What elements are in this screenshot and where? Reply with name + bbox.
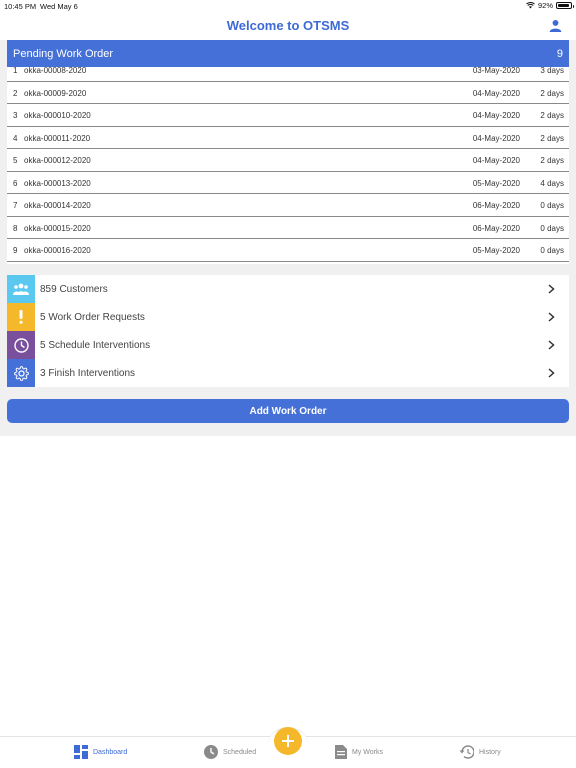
work-order-date: 04-May-2020 [472,111,520,120]
dashboard-icon [74,745,88,759]
work-order-code: okka-000012-2020 [24,156,91,165]
summary-row-clock[interactable]: 5 Schedule Interventions [7,331,569,359]
tab-my-works[interactable]: My Works [335,745,383,759]
row-index: 3 [13,111,18,120]
work-order-date: 04-May-2020 [472,88,520,98]
summary-row-exclamation[interactable]: 5 Work Order Requests [7,303,569,331]
work-order-age: 2 days [540,111,564,120]
page-title: Welcome to OTSMS [226,18,350,33]
work-order-date: 04-May-2020 [472,156,520,165]
tab-my-works-label: My Works [352,748,383,756]
work-order-age: 2 days [540,156,564,165]
work-order-row[interactable]: 8 okka-000015-2020 06-May-2020 0 days [7,217,569,239]
chevron-right-icon [548,340,555,350]
work-order-code: okka-000010-2020 [24,111,91,120]
tab-history[interactable]: History [459,745,501,759]
work-order-date: 05-May-2020 [472,246,520,255]
work-order-code: okka-000011-2020 [24,133,91,143]
work-order-age: 2 days [540,133,564,143]
summary-label: 859 Customers [40,283,108,295]
battery-icon [556,2,574,9]
add-fab-button[interactable] [274,727,302,755]
tab-scheduled[interactable]: Scheduled [204,745,256,759]
work-order-code: okka-000013-2020 [24,178,91,188]
summary-row-group[interactable]: 859 Customers [7,275,569,303]
work-order-row[interactable]: 4 okka-000011-2020 04-May-2020 2 days [7,127,569,149]
status-bar: 10:45 PM Wed May 6 92% [0,0,576,12]
chevron-right-icon [548,312,555,322]
work-order-row[interactable]: 5 okka-000012-2020 04-May-2020 2 days [7,149,569,172]
person-icon[interactable] [549,19,562,32]
summary-label: 3 Finish Interventions [40,367,136,379]
work-order-date: 05-May-2020 [472,178,520,188]
work-order-code: okka-000014-2020 [24,201,91,210]
clock-icon [7,331,35,359]
history-icon [459,745,474,759]
work-order-date: 06-May-2020 [472,201,520,210]
work-order-age: 2 days [540,88,564,98]
pending-title: Pending Work Order [13,47,114,60]
row-index: 1 [13,67,18,75]
group-icon [7,275,35,303]
work-order-row[interactable]: 2 okka-00009-2020 04-May-2020 2 days [7,82,569,104]
row-index: 8 [13,223,18,233]
status-date: Wed May 6 [40,2,78,11]
chevron-right-icon [548,368,555,378]
work-order-row[interactable]: 9 okka-000016-2020 05-May-2020 0 days [7,239,569,262]
row-index: 6 [13,178,18,188]
work-order-age: 4 days [540,178,564,188]
tab-scheduled-label: Scheduled [223,748,257,756]
work-order-age: 3 days [540,67,564,75]
work-order-row[interactable]: 7 okka-000014-2020 06-May-2020 0 days [7,194,569,217]
tab-bar: Dashboard Scheduled My Works History [0,727,576,768]
work-order-date: 04-May-2020 [472,133,520,143]
clock-icon [204,745,218,759]
exclamation-icon [7,303,35,331]
work-order-row[interactable]: 1 okka-00008-2020 03-May-2020 3 days [7,67,569,82]
pending-header: Pending Work Order 9 [7,40,569,67]
chevron-right-icon [548,284,555,294]
tab-dashboard-label: Dashboard [93,748,128,756]
summary-row-gear[interactable]: 3 Finish Interventions [7,359,569,387]
gear-icon [7,359,35,387]
work-order-code: okka-000015-2020 [24,223,91,233]
work-order-code: okka-000016-2020 [24,246,91,255]
dashboard-content: Pending Work Order 9 1 okka-00008-2020 03-… [0,40,576,436]
plus-icon [282,735,294,747]
battery-percent: 92% [537,1,553,10]
work-order-age: 0 days [540,201,564,210]
row-index: 4 [13,133,18,143]
pending-work-order-card: Pending Work Order 9 1 okka-00008-2020 03-… [7,40,569,264]
status-right: 92% [526,1,574,10]
summary-list: 859 Customers 5 Work Order Requests 5 Sche… [7,275,569,387]
work-order-code: okka-00008-2020 [24,67,87,75]
add-work-order-button[interactable]: Add Work Order [7,399,569,423]
work-order-row[interactable]: 6 okka-000013-2020 05-May-2020 4 days [7,172,569,194]
work-order-row[interactable]: 3 okka-000010-2020 04-May-2020 2 days [7,104,569,127]
row-index: 7 [13,201,18,210]
wifi-icon [526,2,535,9]
row-index: 2 [13,88,18,98]
row-index: 9 [13,246,18,255]
work-order-list[interactable]: 1 okka-00008-2020 03-May-2020 3 days 2 okka-0… [7,67,569,264]
status-time: 10:45 PM [4,2,37,11]
summary-label: 5 Work Order Requests [40,311,145,323]
pending-count: 9 [556,47,563,60]
work-order-age: 0 days [540,223,564,233]
work-order-date: 06-May-2020 [472,223,520,233]
tab-dashboard[interactable]: Dashboard [74,745,127,759]
tab-history-label: History [479,748,501,756]
work-order-age: 0 days [540,246,564,255]
document-icon [335,745,347,759]
work-order-date: 03-May-2020 [472,67,520,75]
battery-fill [558,4,570,7]
summary-label: 5 Schedule Interventions [40,339,151,351]
nav-header: Welcome to OTSMS [0,12,576,40]
work-order-code: okka-00009-2020 [24,88,87,98]
row-index: 5 [13,156,18,165]
